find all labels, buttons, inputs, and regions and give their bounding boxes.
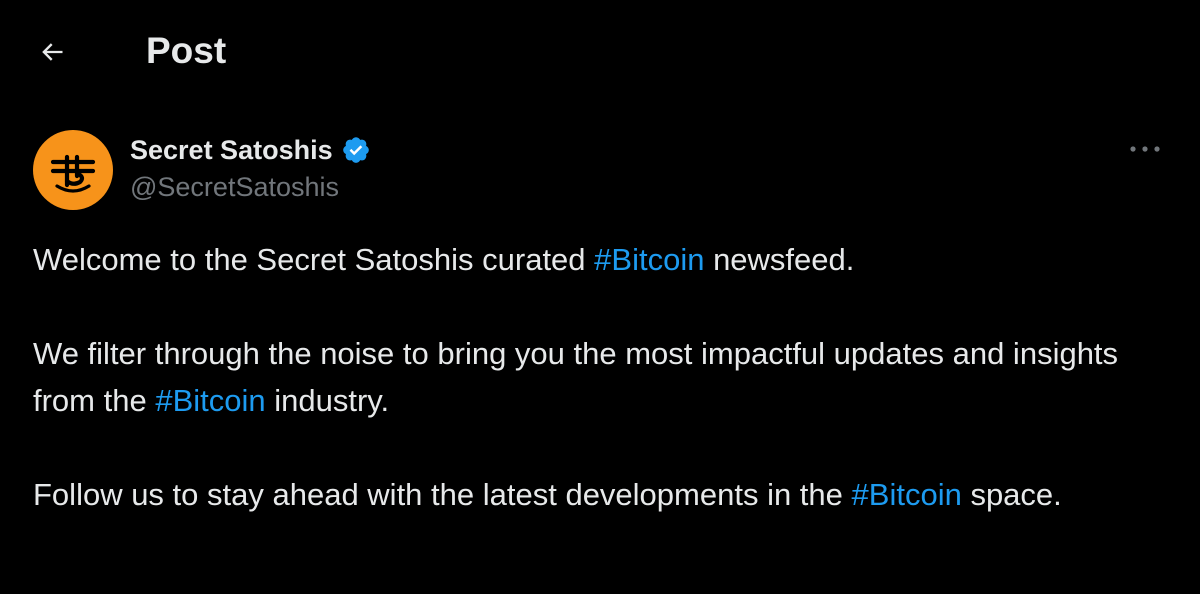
page-title: Post xyxy=(146,30,227,71)
post-header: Post xyxy=(0,0,1200,104)
tweet-paragraph-2: We filter through the noise to bring you… xyxy=(33,330,1173,424)
more-dots-icon xyxy=(1130,146,1160,152)
text-segment: Welcome to the Secret Satoshis curated xyxy=(33,242,595,277)
user-handle[interactable]: @SecretSatoshis xyxy=(130,172,339,203)
tweet-text: Welcome to the Secret Satoshis curated #… xyxy=(33,236,1173,565)
display-name-wrap: Secret Satoshis xyxy=(130,130,371,170)
text-segment: Follow us to stay ahead with the latest … xyxy=(33,477,852,512)
hashtag-link[interactable]: #Bitcoin xyxy=(155,383,265,418)
text-segment: industry. xyxy=(265,383,390,418)
tweet-paragraph-1: Welcome to the Secret Satoshis curated #… xyxy=(33,236,1173,283)
more-options-button[interactable] xyxy=(1120,134,1170,164)
back-button[interactable] xyxy=(30,30,74,74)
hashtag-link[interactable]: #Bitcoin xyxy=(594,242,704,277)
author-row: Secret Satoshis @SecretSatoshis xyxy=(0,120,1200,220)
tweet-paragraph-3: Follow us to stay ahead with the latest … xyxy=(33,471,1173,518)
text-segment: newsfeed. xyxy=(704,242,855,277)
avatar[interactable] xyxy=(33,130,113,210)
text-segment: space. xyxy=(961,477,1062,512)
secret-satoshis-logo-icon xyxy=(50,154,96,193)
hashtag-link[interactable]: #Bitcoin xyxy=(852,477,962,512)
display-name[interactable]: Secret Satoshis xyxy=(130,135,333,166)
verified-badge-icon xyxy=(342,137,369,163)
arrow-left-icon xyxy=(42,43,63,61)
